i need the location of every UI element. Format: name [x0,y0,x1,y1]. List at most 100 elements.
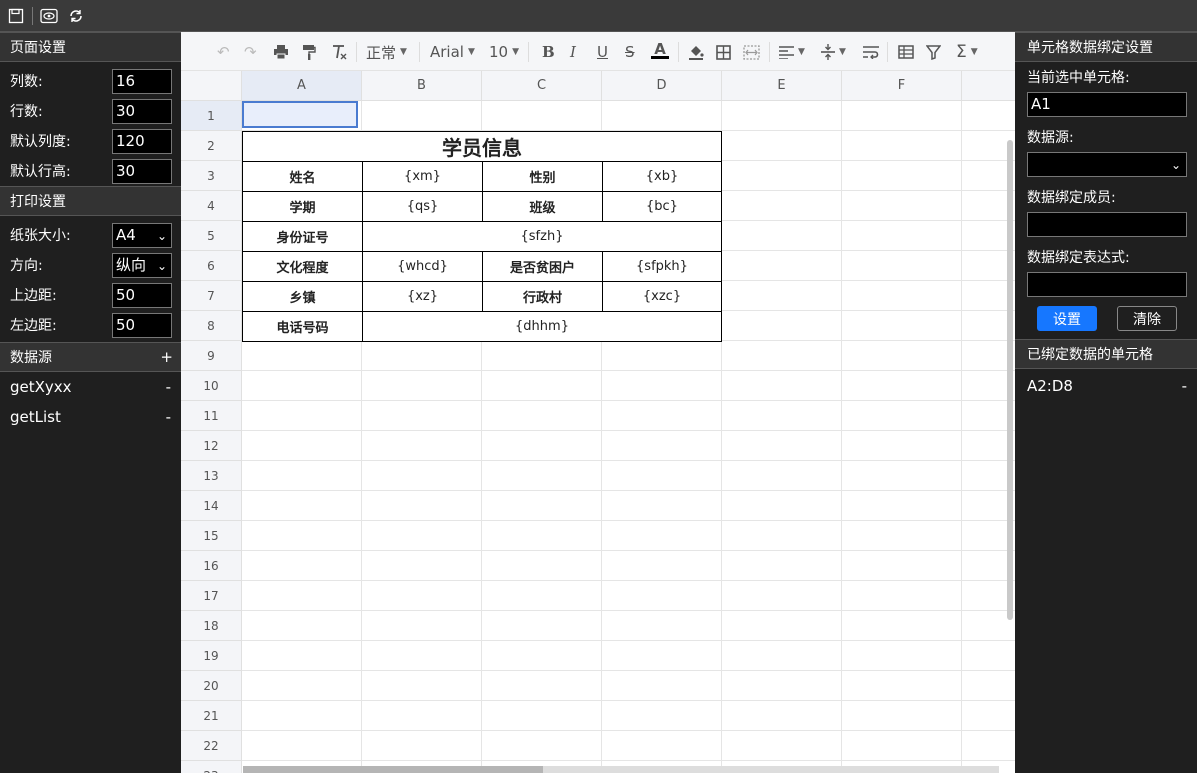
selected-cell-a1[interactable] [242,101,358,128]
table-title-cell[interactable]: 学员信息 [242,131,722,162]
table-cell[interactable]: {sfpkh} [602,251,722,282]
current-cell-field[interactable]: A1 [1027,92,1187,117]
set-button[interactable]: 设置 [1037,306,1097,331]
merge-cells-icon[interactable] [743,42,760,62]
column-header[interactable]: C [482,71,602,101]
table-cell[interactable]: 姓名 [242,161,363,192]
freeze-icon[interactable] [898,42,914,62]
row-header[interactable]: 19 [181,641,242,671]
fill-color-icon[interactable] [688,42,704,62]
horizontal-scrollbar[interactable] [243,766,543,773]
save-icon[interactable] [6,6,26,26]
table-cell[interactable]: {whcd} [362,251,483,282]
table-cell[interactable]: {xz} [362,281,483,312]
vertical-scrollbar[interactable] [1007,140,1013,620]
row-header[interactable]: 2 [181,131,242,161]
row-header[interactable]: 12 [181,431,242,461]
row-header[interactable]: 20 [181,671,242,701]
row-header[interactable]: 4 [181,191,242,221]
columns-input[interactable]: 16 [112,69,172,94]
row-header[interactable]: 16 [181,551,242,581]
remove-datasource-button[interactable]: - [166,408,171,426]
vertical-align-icon[interactable]: ▼ [821,42,846,62]
italic-icon[interactable]: I [570,42,576,62]
row-header[interactable]: 21 [181,701,242,731]
remove-datasource-button[interactable]: - [166,378,171,396]
table-cell[interactable]: {xzc} [602,281,722,312]
remove-binding-button[interactable]: - [1182,377,1187,395]
refresh-icon[interactable] [66,6,86,26]
datasource-select[interactable]: ⌄ [1027,152,1187,177]
table-cell[interactable]: 行政村 [482,281,603,312]
text-color-icon[interactable]: A [651,42,669,62]
row-header[interactable]: 11 [181,401,242,431]
default-col-width-input[interactable]: 120 [112,129,172,154]
table-cell[interactable]: {bc} [602,191,722,222]
sum-function-select[interactable]: Σ ▼ [956,42,978,62]
column-header[interactable]: B [362,71,482,101]
row-header[interactable]: 8 [181,311,242,341]
binding-expression-input[interactable] [1027,272,1187,297]
corner-cell[interactable] [181,71,242,101]
font-family-select[interactable]: Arial ▼ [430,42,475,62]
strikethrough-icon[interactable]: S [625,42,635,62]
table-cell[interactable]: {qs} [362,191,483,222]
align-left-icon[interactable]: ▼ [779,42,805,62]
top-margin-input[interactable]: 50 [112,283,172,308]
underline-icon[interactable]: U [597,42,608,62]
orientation-select[interactable]: 纵向 ⌄ [112,253,172,278]
table-cell[interactable]: 乡镇 [242,281,363,312]
table-cell[interactable]: 是否贫困户 [482,251,603,282]
filter-icon[interactable] [926,42,941,62]
bold-icon[interactable]: B [542,42,555,62]
border-icon[interactable] [716,42,731,62]
table-cell[interactable]: 学期 [242,191,363,222]
datasource-item[interactable]: getXyxx - [0,372,181,402]
column-header[interactable]: A [242,71,362,101]
table-cell[interactable]: {sfzh} [362,221,722,252]
table-cell[interactable]: {dhhm} [362,311,722,342]
row-header[interactable]: 22 [181,731,242,761]
row-header[interactable]: 9 [181,341,242,371]
row-header[interactable]: 15 [181,521,242,551]
default-row-height-input[interactable]: 30 [112,159,172,184]
table-cell[interactable]: 性别 [482,161,603,192]
redo-icon[interactable]: ↷ [244,42,257,62]
row-header[interactable]: 7 [181,281,242,311]
table-cell[interactable]: {xm} [362,161,483,192]
row-header[interactable]: 23 [181,761,242,773]
left-margin-input[interactable]: 50 [112,313,172,338]
text-wrap-icon[interactable] [863,42,879,62]
rows-input[interactable]: 30 [112,99,172,124]
column-header[interactable]: E [722,71,842,101]
row-header[interactable]: 10 [181,371,242,401]
undo-icon[interactable]: ↶ [217,42,230,62]
column-header[interactable]: D [602,71,722,101]
column-header[interactable] [962,71,1015,101]
spreadsheet-grid[interactable]: A B C D E F 1 2 3 4 5 6 7 8 9 10 11 12 13 14 15 16 17 18 19 20 21 2… [181,71,1015,773]
row-header[interactable]: 1 [181,101,242,131]
preview-icon[interactable] [39,6,59,26]
table-cell[interactable]: 身份证号 [242,221,363,252]
table-cell[interactable]: 电话号码 [242,311,363,342]
clear-format-icon[interactable] [331,42,347,62]
row-header[interactable]: 3 [181,161,242,191]
format-style-select[interactable]: 正常 ▼ [366,42,407,62]
row-header[interactable]: 13 [181,461,242,491]
add-datasource-button[interactable]: + [160,348,173,366]
row-header[interactable]: 17 [181,581,242,611]
table-cell[interactable]: 班级 [482,191,603,222]
table-cell[interactable]: 文化程度 [242,251,363,282]
paper-size-select[interactable]: A4 ⌄ [112,223,172,248]
print-icon[interactable] [273,42,289,62]
row-header[interactable]: 6 [181,251,242,281]
row-header[interactable]: 5 [181,221,242,251]
table-cell[interactable]: {xb} [602,161,722,192]
paint-format-icon[interactable] [302,42,316,62]
bound-cell-item[interactable]: A2:D8 - [1015,371,1197,401]
datasource-item[interactable]: getList - [0,402,181,432]
row-header[interactable]: 18 [181,611,242,641]
font-size-select[interactable]: 10 ▼ [489,42,519,62]
column-header[interactable]: F [842,71,962,101]
row-header[interactable]: 14 [181,491,242,521]
